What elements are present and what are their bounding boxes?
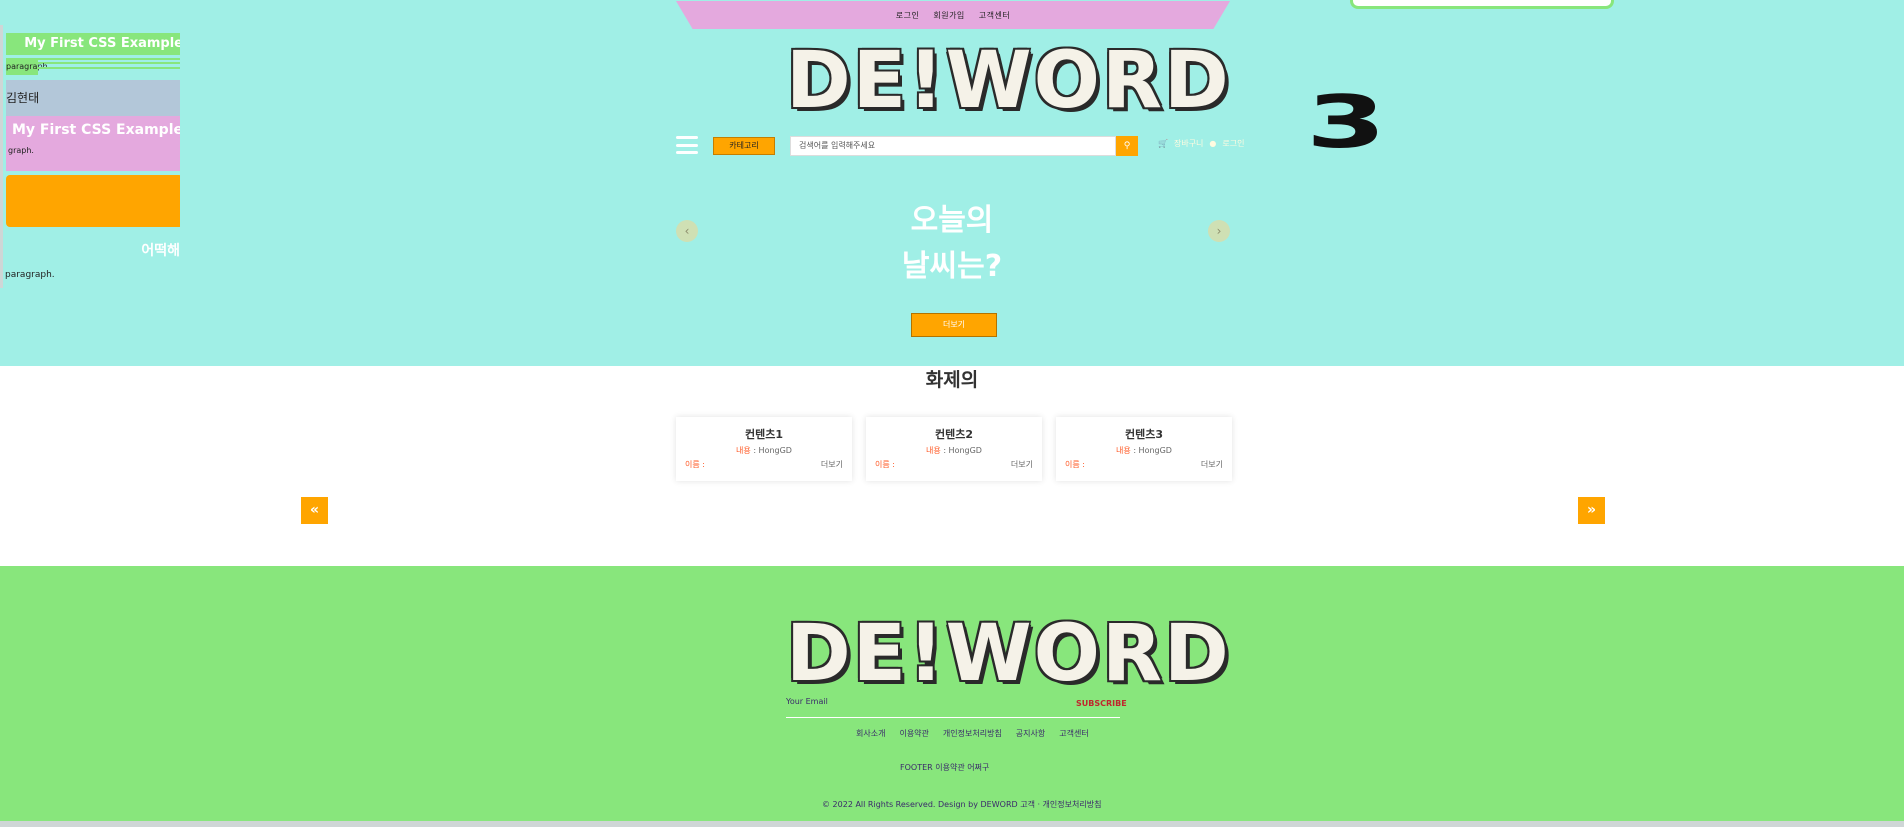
- card-meta-label: 내용: [1116, 446, 1131, 455]
- panel-heading-3: 어떡해: [141, 243, 180, 259]
- category-button[interactable]: 카테고리: [713, 137, 775, 155]
- slide-title: 오늘의 날씨는?: [870, 198, 1034, 290]
- slide-title-line1: 오늘의: [910, 203, 994, 238]
- content-card[interactable]: 컨텐츠1 내용 : HongGD 이름 : 더보기: [676, 417, 852, 481]
- footer-heading: FOOTER 이용약관 어쩌구: [900, 763, 990, 772]
- footer-links: 회사소개 이용약관 개인정보처리방침 공지사항 고객센터: [856, 728, 1089, 739]
- topbar-link-support[interactable]: 고객센터: [979, 10, 1010, 21]
- footer-divider: [786, 717, 1120, 718]
- page: 로그인 회원가입 고객센터 DE!WORD 3 카테고리 검색어를 입력해주세요…: [0, 0, 1904, 827]
- panel-heading-1: My First CSS Example: [6, 33, 180, 55]
- header-user-links: 🛒 장바구니 ● 로그인: [1158, 137, 1245, 151]
- card-name-label: 이름 :: [685, 460, 705, 469]
- card-meta-value: : HongGD: [753, 446, 792, 455]
- card-meta-value: : HongGD: [1133, 446, 1172, 455]
- card-meta-label: 내용: [926, 446, 941, 455]
- panel-paragraph-3: paragraph.: [5, 270, 55, 280]
- carousel-prev-button[interactable]: «: [301, 497, 328, 524]
- user-icon[interactable]: ●: [1209, 137, 1216, 151]
- footer-link[interactable]: 고객센터: [1059, 728, 1088, 739]
- content-card[interactable]: 컨텐츠3 내용 : HongGD 이름 : 더보기: [1056, 417, 1232, 481]
- top-utility-bar: 로그인 회원가입 고객센터: [676, 1, 1230, 29]
- copyright-text: © 2022 All Rights Reserved. Design by DE…: [822, 800, 1102, 809]
- divider: [38, 67, 180, 69]
- topbar-link-signup[interactable]: 회원가입: [933, 10, 964, 21]
- site-logo[interactable]: DE!WORD: [786, 38, 1229, 124]
- card-meta: 내용 : HongGD: [1056, 445, 1232, 456]
- top-right-bar: [1350, 0, 1614, 9]
- card-meta: 내용 : HongGD: [676, 445, 852, 456]
- slide-title-line2: 날씨는?: [901, 249, 1003, 284]
- horizontal-scrollbar[interactable]: [0, 821, 1904, 827]
- menu-bar: [676, 136, 698, 139]
- panel-orange-block: [6, 175, 180, 227]
- cart-link[interactable]: 장바구니: [1174, 137, 1203, 151]
- cart-icon[interactable]: 🛒: [1158, 137, 1168, 151]
- slide-cta-button[interactable]: 더보기: [911, 313, 997, 337]
- menu-bar: [676, 143, 698, 147]
- panel-pink-block: My First CSS Example graph.: [6, 116, 180, 171]
- card-title: 컨텐츠2: [934, 428, 973, 441]
- search-input[interactable]: 검색어를 입력해주세요: [790, 136, 1116, 156]
- slider-prev-button[interactable]: ‹: [676, 220, 698, 242]
- panel-name: 김현태: [6, 80, 180, 116]
- menu-bar: [676, 151, 698, 154]
- hamburger-menu-icon[interactable]: [676, 136, 698, 154]
- panel-heading-2: My First CSS Example: [12, 122, 180, 138]
- panel-paragraph-2: graph.: [8, 146, 34, 155]
- footer-link[interactable]: 개인정보처리방침: [943, 728, 1002, 739]
- panel-paragraph-1: paragraph.: [6, 59, 50, 75]
- css-example-panel: My First CSS Example paragraph. 김현태 My F…: [0, 25, 180, 288]
- card-more-link[interactable]: 더보기: [821, 459, 843, 470]
- subscribe-button[interactable]: SUBSCRIBE: [1076, 698, 1127, 710]
- card-name-label: 이름 :: [875, 460, 895, 469]
- card-title: 컨텐츠3: [1124, 428, 1163, 441]
- card-meta-value: : HongGD: [943, 446, 982, 455]
- email-input[interactable]: Your Email: [786, 696, 828, 708]
- slider-next-button[interactable]: ›: [1208, 220, 1230, 242]
- card-title: 컨텐츠1: [744, 428, 783, 441]
- carousel-next-button[interactable]: »: [1578, 497, 1605, 524]
- footer-link[interactable]: 회사소개: [856, 728, 885, 739]
- card-more-link[interactable]: 더보기: [1201, 459, 1223, 470]
- topbar-link-login[interactable]: 로그인: [896, 10, 920, 21]
- card-more-link[interactable]: 더보기: [1011, 459, 1033, 470]
- hero-section: 로그인 회원가입 고객센터 DE!WORD 3 카테고리 검색어를 입력해주세요…: [0, 0, 1904, 366]
- card-name-label: 이름 :: [1065, 460, 1085, 469]
- content-card[interactable]: 컨텐츠2 내용 : HongGD 이름 : 더보기: [866, 417, 1042, 481]
- login-link[interactable]: 로그인: [1222, 137, 1244, 151]
- card-meta: 내용 : HongGD: [866, 445, 1042, 456]
- footer-link[interactable]: 공지사항: [1016, 728, 1045, 739]
- search-icon[interactable]: ⚲: [1116, 136, 1138, 156]
- site-footer: DE!WORD Your Email SUBSCRIBE 회사소개 이용약관 개…: [0, 566, 1904, 827]
- footer-logo[interactable]: DE!WORD: [786, 611, 1229, 697]
- page-counter: 3: [1306, 80, 1387, 164]
- footer-link[interactable]: 이용약관: [899, 728, 928, 739]
- trending-title: 화제의: [925, 369, 979, 391]
- card-meta-label: 내용: [736, 446, 751, 455]
